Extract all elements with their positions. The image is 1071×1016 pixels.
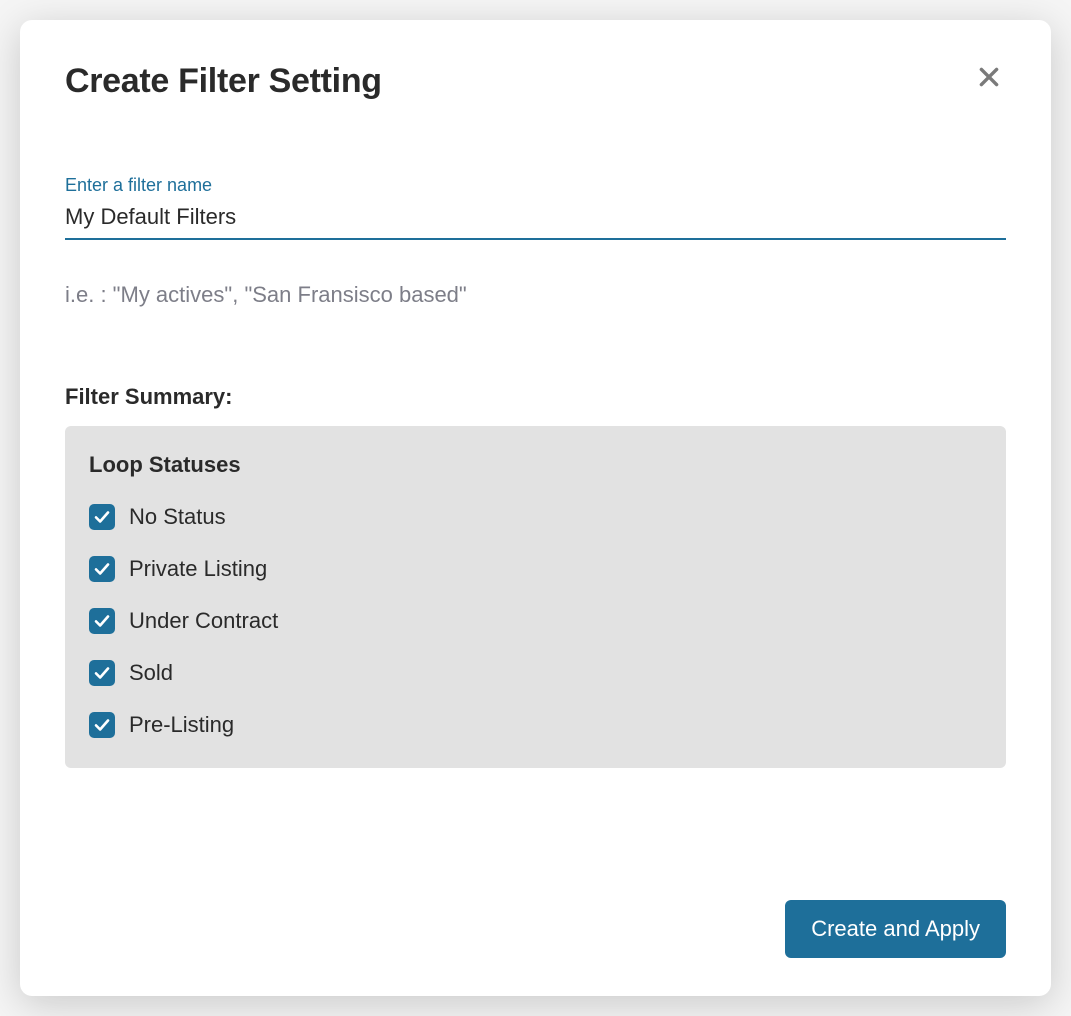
close-icon	[976, 64, 1002, 90]
status-item-private-listing: Private Listing	[89, 556, 982, 582]
filter-name-section: Enter a filter name	[65, 175, 1006, 240]
check-icon	[93, 664, 111, 682]
check-icon	[93, 612, 111, 630]
checkbox-no-status[interactable]	[89, 504, 115, 530]
checkbox-private-listing[interactable]	[89, 556, 115, 582]
filter-summary-label: Filter Summary:	[65, 384, 1006, 410]
check-icon	[93, 508, 111, 526]
close-button[interactable]	[972, 60, 1006, 94]
modal-footer: Create and Apply	[65, 900, 1006, 958]
loop-statuses-heading: Loop Statuses	[89, 452, 982, 478]
status-item-pre-listing: Pre-Listing	[89, 712, 982, 738]
filter-name-label: Enter a filter name	[65, 175, 1006, 196]
checkbox-sold[interactable]	[89, 660, 115, 686]
status-label: Private Listing	[129, 556, 267, 582]
status-label: Pre-Listing	[129, 712, 234, 738]
check-icon	[93, 560, 111, 578]
create-filter-modal: Create Filter Setting Enter a filter nam…	[20, 20, 1051, 996]
check-icon	[93, 716, 111, 734]
filter-summary-box: Loop Statuses No Status Private Listing	[65, 426, 1006, 768]
create-and-apply-button[interactable]: Create and Apply	[785, 900, 1006, 958]
checkbox-pre-listing[interactable]	[89, 712, 115, 738]
modal-header: Create Filter Setting	[65, 62, 1006, 101]
status-item-sold: Sold	[89, 660, 982, 686]
filter-name-input[interactable]	[65, 200, 1006, 240]
modal-title: Create Filter Setting	[65, 62, 382, 101]
status-item-under-contract: Under Contract	[89, 608, 982, 634]
status-label: Under Contract	[129, 608, 278, 634]
status-item-no-status: No Status	[89, 504, 982, 530]
status-label: No Status	[129, 504, 226, 530]
status-label: Sold	[129, 660, 173, 686]
filter-name-hint: i.e. : "My actives", "San Fransisco base…	[65, 282, 1006, 308]
checkbox-under-contract[interactable]	[89, 608, 115, 634]
